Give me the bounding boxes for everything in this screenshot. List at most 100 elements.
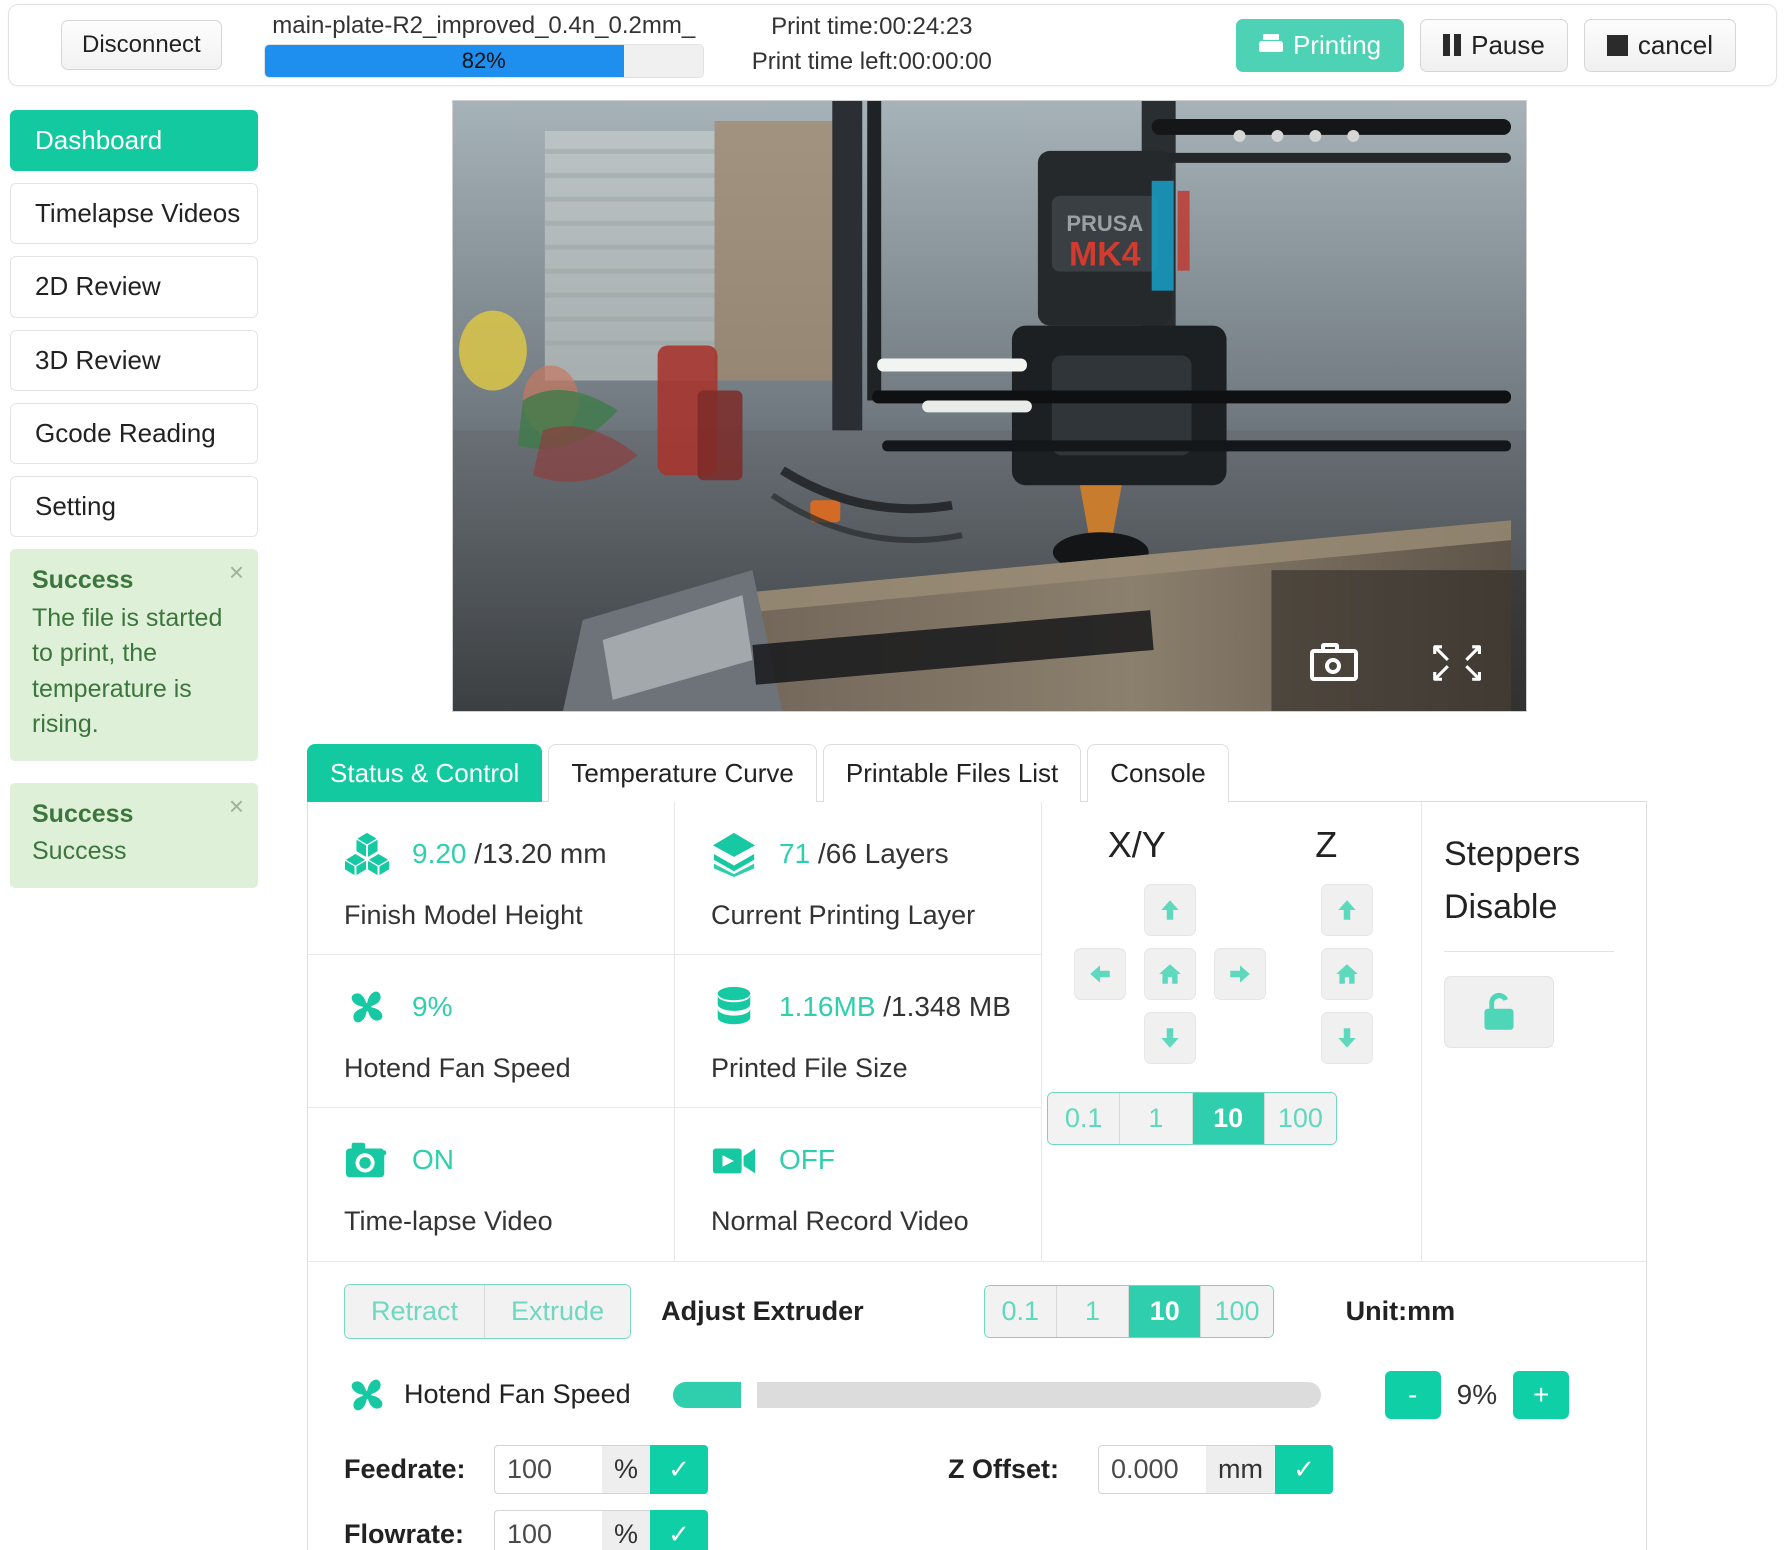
database-icon [711, 984, 757, 1030]
retract-extrude-group: Retract Extrude [344, 1283, 632, 1339]
stat-printed-file-size: 1.16MB /1.348 MB Printed File Size [675, 955, 1041, 1108]
stat-value: 71 [779, 837, 811, 869]
sidebar-item-setting[interactable]: Setting [10, 475, 258, 538]
sidebar-item-3d-review[interactable]: 3D Review [10, 329, 258, 391]
feedrate-input[interactable] [494, 1444, 602, 1494]
stat-value: ON [412, 1143, 454, 1175]
extruder-step-10[interactable]: 10 [1129, 1285, 1202, 1337]
stat-label: Finish Model Height [344, 899, 583, 930]
stat-hotend-fan-speed: 9% Hotend Fan Speed [308, 955, 674, 1108]
fan-speed-slider-fill [672, 1381, 741, 1408]
extrude-button[interactable]: Extrude [485, 1284, 631, 1338]
print-time-elapsed: Print time:00:24:23 [771, 13, 973, 41]
steppers-column: Steppers Disable [1422, 802, 1632, 1261]
cancel-button[interactable]: cancel [1583, 18, 1736, 72]
flowrate-unit: % [602, 1509, 651, 1550]
tab-printable-files-list[interactable]: Printable Files List [822, 744, 1082, 802]
jog-y-minus-button[interactable] [1144, 1011, 1196, 1064]
printing-label: Printing [1292, 29, 1382, 60]
sidebar-item-timelapse-videos[interactable]: Timelapse Videos [10, 183, 258, 245]
steppers-divider [1444, 951, 1614, 953]
home-z-button[interactable] [1321, 947, 1373, 1000]
disconnect-button[interactable]: Disconnect [61, 20, 222, 70]
z-jog-pad [1307, 878, 1397, 1078]
zoffset-label: Z Offset: [948, 1453, 1060, 1484]
stop-icon [1606, 34, 1628, 56]
jog-z-minus-button[interactable] [1321, 1011, 1373, 1064]
job-progress-block: main-plate-R2_improved_0.4n_0.2mm_ 82% [263, 12, 704, 78]
job-file-name: main-plate-R2_improved_0.4n_0.2mm_ [272, 12, 696, 39]
jog-pads [1042, 878, 1421, 1078]
status-column-right: 71 /66 Layers Current Printing Layer 1.1… [675, 801, 1042, 1261]
home-xy-button[interactable] [1144, 947, 1196, 1000]
zoffset-input[interactable] [1098, 1444, 1207, 1494]
extruder-unit-label: Unit:mm [1345, 1295, 1456, 1326]
steppers-title-line2: Disable [1444, 887, 1558, 926]
status-column-left: 9.20 /13.20 mm Finish Model Height 9% Ho… [308, 801, 675, 1261]
feedrate-unit: % [602, 1444, 651, 1494]
retract-button[interactable]: Retract [345, 1284, 486, 1338]
pause-icon [1443, 34, 1462, 56]
tab-console[interactable]: Console [1087, 744, 1229, 802]
feedrate-row: Feedrate: % ✓ Z Offset: mm ✓ [308, 1437, 1646, 1502]
alert-message: Success [32, 837, 127, 866]
video-overlay-controls: ↖ ↗ ↙ ↘ [1310, 639, 1484, 685]
stat-suffix: /1.348 MB [875, 990, 1011, 1022]
fan-speed-slider-knob[interactable] [740, 1378, 757, 1411]
pause-label: Pause [1471, 29, 1545, 60]
alert-close-icon[interactable]: × [229, 559, 244, 585]
print-progress-bar: 82% [263, 44, 704, 78]
alert-close-icon[interactable]: × [229, 793, 244, 819]
camera-icon[interactable] [1310, 643, 1358, 681]
fullscreen-icon[interactable]: ↖ ↗ ↙ ↘ [1430, 639, 1484, 685]
webcam-video-feed[interactable]: PRUSA MK4 ↖ ↗ ↙ ↘ [452, 100, 1527, 712]
jog-x-minus-button[interactable] [1074, 947, 1126, 1000]
tab-status-and-control[interactable]: Status & Control [307, 744, 543, 802]
alert-success-generic: × Success Success [10, 782, 258, 888]
stat-value: 9.20 [412, 837, 467, 869]
fan-speed-label: Hotend Fan Speed [404, 1379, 631, 1410]
stat-label: Time-lapse Video [344, 1205, 553, 1236]
sidebar-item-gcode-reading[interactable]: Gcode Reading [10, 402, 258, 464]
xy-axis-label: X/Y [1107, 823, 1166, 865]
extruder-step-0.1[interactable]: 0.1 [984, 1285, 1057, 1337]
flowrate-confirm-button[interactable]: ✓ [650, 1509, 709, 1550]
extruder-step-100[interactable]: 100 [1201, 1285, 1273, 1337]
steppers-disable-button[interactable] [1444, 976, 1554, 1049]
motion-axis-headers: X/Y Z [1042, 824, 1421, 866]
zoffset-group-wrapper: Z Offset: mm ✓ [948, 1444, 1333, 1494]
jog-y-plus-button[interactable] [1144, 883, 1196, 936]
fan-decrease-button[interactable]: - [1384, 1370, 1441, 1419]
stat-timelapse-video: ON Time-lapse Video [308, 1108, 674, 1261]
jog-x-plus-button[interactable] [1214, 947, 1266, 1000]
stat-label: Hotend Fan Speed [344, 1052, 571, 1083]
jog-z-plus-button[interactable] [1321, 883, 1373, 936]
main-content: PRUSA MK4 ↖ ↗ ↙ ↘ Status & Control Tempe… [272, 100, 1765, 1550]
alert-success-print-started: × Success The file is started to print, … [10, 549, 258, 761]
extruder-step-selector: 0.1 1 10 100 [983, 1284, 1274, 1338]
fan-speed-slider[interactable] [672, 1378, 1321, 1411]
fan-icon [344, 984, 390, 1030]
printing-status-button[interactable]: Printing [1235, 18, 1405, 72]
motion-step-1[interactable]: 1 [1120, 1092, 1193, 1144]
extruder-step-1[interactable]: 1 [1056, 1285, 1130, 1337]
flowrate-input[interactable] [494, 1509, 602, 1550]
svg-text:MK4: MK4 [1069, 236, 1141, 274]
zoffset-input-group: mm ✓ [1098, 1444, 1333, 1494]
stat-value: 9% [412, 990, 453, 1022]
control-panel: Status & Control Temperature Curve Print… [307, 744, 1647, 1550]
sidebar-item-dashboard[interactable]: Dashboard [10, 110, 258, 172]
tab-temperature-curve[interactable]: Temperature Curve [548, 744, 817, 802]
motion-step-10[interactable]: 10 [1192, 1092, 1265, 1144]
fan-increase-button[interactable]: + [1513, 1370, 1570, 1419]
motion-step-100[interactable]: 100 [1264, 1092, 1336, 1144]
feedrate-confirm-button[interactable]: ✓ [650, 1444, 709, 1494]
zoffset-confirm-button[interactable]: ✓ [1275, 1444, 1333, 1494]
xy-jog-pad [1070, 878, 1285, 1078]
motion-step-0.1[interactable]: 0.1 [1048, 1092, 1121, 1144]
fan-percent-value: 9% [1456, 1378, 1498, 1410]
sidebar-item-2d-review[interactable]: 2D Review [10, 256, 258, 318]
steppers-title-line1: Steppers [1444, 834, 1581, 873]
pause-button[interactable]: Pause [1420, 18, 1568, 72]
stat-normal-record-video: OFF Normal Record Video [675, 1108, 1041, 1261]
